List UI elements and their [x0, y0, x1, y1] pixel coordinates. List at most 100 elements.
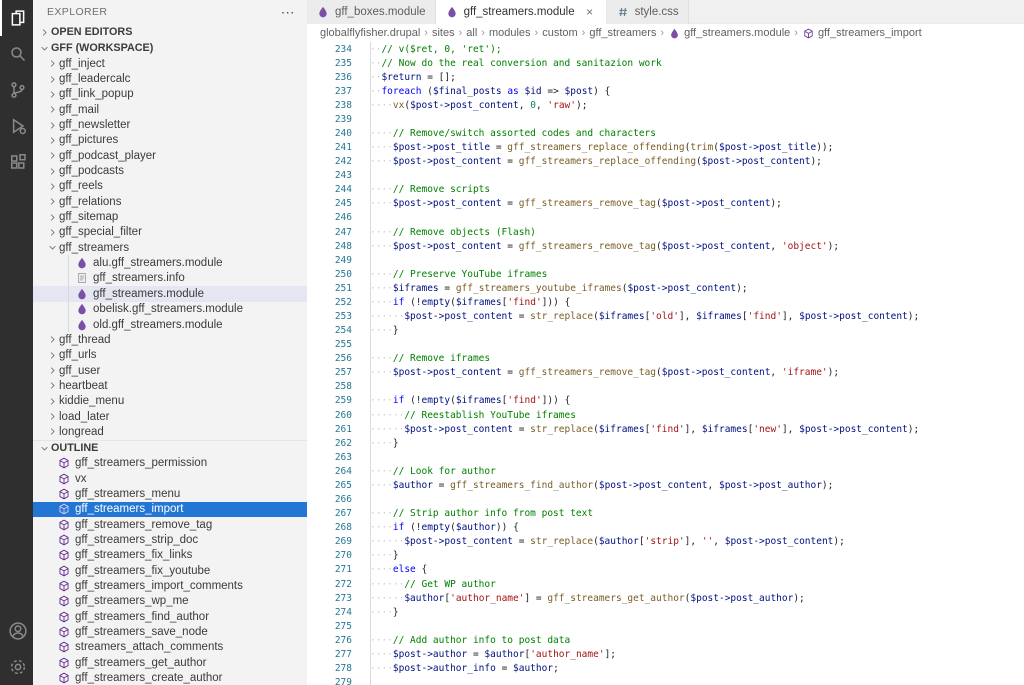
code-line-249[interactable]: 249	[307, 253, 1024, 267]
code-line-253[interactable]: 253······$post->post_content = str_repla…	[307, 309, 1024, 323]
tree-folder-gff_podcast_player[interactable]: gff_podcast_player	[33, 148, 307, 163]
tree-file-obelisk.gff_streamers.module[interactable]: obelisk.gff_streamers.module	[33, 302, 307, 317]
code-line-260[interactable]: 260······// Reestablish YouTube iframes	[307, 408, 1024, 422]
code-line-235[interactable]: 235··// Now do the real conversion and s…	[307, 56, 1024, 70]
code-line-278[interactable]: 278····$post->author_info = $author;	[307, 661, 1024, 675]
activity-settings-button[interactable]	[0, 649, 33, 685]
tree-folder-longread[interactable]: longread	[33, 424, 307, 439]
tree-folder-gff_relations[interactable]: gff_relations	[33, 194, 307, 209]
code-line-275[interactable]: 275	[307, 619, 1024, 633]
tree-file-old.gff_streamers.module[interactable]: old.gff_streamers.module	[33, 317, 307, 332]
tab-style.css[interactable]: style.css	[607, 0, 689, 24]
close-icon[interactable]: ×	[583, 5, 597, 19]
code-line-240[interactable]: 240····// Remove/switch assorted codes a…	[307, 126, 1024, 140]
activity-account-button[interactable]	[0, 613, 33, 649]
tree-folder-gff_urls[interactable]: gff_urls	[33, 348, 307, 363]
code-line-242[interactable]: 242····$post->post_content = gff_streame…	[307, 155, 1024, 169]
tree-folder-gff_user[interactable]: gff_user	[33, 363, 307, 378]
code-line-234[interactable]: 234··// v($ret, 0, 'ret');	[307, 42, 1024, 56]
tree-folder-gff_podcasts[interactable]: gff_podcasts	[33, 163, 307, 178]
breadcrumb-item-all[interactable]: all	[466, 27, 477, 39]
code-line-256[interactable]: 256····// Remove iframes	[307, 352, 1024, 366]
code-line-239[interactable]: 239	[307, 112, 1024, 126]
tree-file-alu.gff_streamers.module[interactable]: alu.gff_streamers.module	[33, 255, 307, 270]
activity-extensions-button[interactable]	[0, 144, 33, 180]
outline-item-gff_streamers_wp_me[interactable]: gff_streamers_wp_me	[33, 594, 307, 609]
code-line-251[interactable]: 251····$iframes = gff_streamers_youtube_…	[307, 281, 1024, 295]
outline-item-gff_streamers_permission[interactable]: gff_streamers_permission	[33, 456, 307, 471]
code-line-236[interactable]: 236··$return = [];	[307, 70, 1024, 84]
outline-item-gff_streamers_remove_tag[interactable]: gff_streamers_remove_tag	[33, 517, 307, 532]
code-line-269[interactable]: 269······$post->post_content = str_repla…	[307, 535, 1024, 549]
outline-item-gff_streamers_fix_youtube[interactable]: gff_streamers_fix_youtube	[33, 563, 307, 578]
outline-item-streamers_attach_comments[interactable]: streamers_attach_comments	[33, 640, 307, 655]
code-line-247[interactable]: 247····// Remove objects (Flash)	[307, 225, 1024, 239]
code-line-248[interactable]: 248····$post->post_content = gff_streame…	[307, 239, 1024, 253]
breadcrumb-item-sites[interactable]: sites	[432, 27, 455, 39]
tree-folder-gff_pictures[interactable]: gff_pictures	[33, 133, 307, 148]
more-actions-icon[interactable]: ⋯	[281, 7, 295, 17]
tab-gff_boxes.module[interactable]: gff_boxes.module	[307, 0, 436, 24]
tree-folder-gff_newsletter[interactable]: gff_newsletter	[33, 117, 307, 132]
code-line-276[interactable]: 276····// Add author info to post data	[307, 633, 1024, 647]
tree-folder-gff_inject[interactable]: gff_inject	[33, 56, 307, 71]
section-open-editors[interactable]: OPEN EDITORS	[33, 24, 307, 40]
code-line-273[interactable]: 273······$author['author_name'] = gff_st…	[307, 591, 1024, 605]
outline-item-vx[interactable]: vx	[33, 471, 307, 486]
code-line-259[interactable]: 259····if (!empty($iframes['find'])) {	[307, 394, 1024, 408]
section-workspace[interactable]: GFF (WORKSPACE)	[33, 40, 307, 56]
breadcrumb-item-modules[interactable]: modules	[489, 27, 531, 39]
tree-folder-gff_sitemap[interactable]: gff_sitemap	[33, 209, 307, 224]
code-line-258[interactable]: 258	[307, 380, 1024, 394]
code-line-270[interactable]: 270····}	[307, 549, 1024, 563]
tree-file-gff_streamers.info[interactable]: gff_streamers.info	[33, 271, 307, 286]
code-line-274[interactable]: 274····}	[307, 605, 1024, 619]
tree-folder-heartbeat[interactable]: heartbeat	[33, 378, 307, 393]
code-line-261[interactable]: 261······$post->post_content = str_repla…	[307, 422, 1024, 436]
section-outline[interactable]: OUTLINE	[33, 440, 307, 456]
code-line-243[interactable]: 243	[307, 169, 1024, 183]
code-line-244[interactable]: 244····// Remove scripts	[307, 183, 1024, 197]
outline-item-gff_streamers_fix_links[interactable]: gff_streamers_fix_links	[33, 548, 307, 563]
outline-item-gff_streamers_strip_doc[interactable]: gff_streamers_strip_doc	[33, 532, 307, 547]
tab-gff_streamers.module[interactable]: gff_streamers.module×	[436, 0, 607, 24]
breadcrumb-item-custom[interactable]: custom	[542, 27, 577, 39]
breadcrumb-item-gff_streamers.module[interactable]: gff_streamers.module	[668, 27, 790, 40]
activity-search-button[interactable]	[0, 36, 33, 72]
tree-folder-gff_thread[interactable]: gff_thread	[33, 332, 307, 347]
tree-folder-gff_mail[interactable]: gff_mail	[33, 102, 307, 117]
code-line-267[interactable]: 267····// Strip author info from post te…	[307, 507, 1024, 521]
activity-explorer-button[interactable]	[0, 0, 33, 36]
code-line-241[interactable]: 241····$post->post_title = gff_streamers…	[307, 141, 1024, 155]
outline-item-gff_streamers_find_author[interactable]: gff_streamers_find_author	[33, 609, 307, 624]
outline-item-gff_streamers_import[interactable]: gff_streamers_import	[33, 502, 307, 517]
code-line-250[interactable]: 250····// Preserve YouTube iframes	[307, 267, 1024, 281]
code-line-279[interactable]: 279	[307, 676, 1024, 685]
tree-folder-kiddie_menu[interactable]: kiddie_menu	[33, 394, 307, 409]
tree-folder-gff_streamers[interactable]: gff_streamers	[33, 240, 307, 255]
code-line-277[interactable]: 277····$post->author = $author['author_n…	[307, 647, 1024, 661]
breadcrumb-item-gff_streamers[interactable]: gff_streamers	[589, 27, 656, 39]
code-line-272[interactable]: 272······// Get WP author	[307, 577, 1024, 591]
activity-source-control-button[interactable]	[0, 72, 33, 108]
code-line-263[interactable]: 263	[307, 450, 1024, 464]
code-line-271[interactable]: 271····else {	[307, 563, 1024, 577]
code-line-268[interactable]: 268····if (!empty($author)) {	[307, 521, 1024, 535]
code-line-266[interactable]: 266	[307, 493, 1024, 507]
tree-folder-gff_special_filter[interactable]: gff_special_filter	[33, 225, 307, 240]
code-line-246[interactable]: 246	[307, 211, 1024, 225]
tree-folder-gff_leadercalc[interactable]: gff_leadercalc	[33, 71, 307, 86]
code-line-262[interactable]: 262····}	[307, 436, 1024, 450]
breadcrumb-item-gff_streamers_import[interactable]: gff_streamers_import	[802, 27, 922, 40]
code-line-257[interactable]: 257····$post->post_content = gff_streame…	[307, 366, 1024, 380]
outline-item-gff_streamers_import_comments[interactable]: gff_streamers_import_comments	[33, 578, 307, 593]
tree-folder-gff_reels[interactable]: gff_reels	[33, 179, 307, 194]
code-line-237[interactable]: 237··foreach ($final_posts as $id => $po…	[307, 84, 1024, 98]
activity-run-debug-button[interactable]	[0, 108, 33, 144]
tree-folder-load_later[interactable]: load_later	[33, 409, 307, 424]
tree-folder-gff_link_popup[interactable]: gff_link_popup	[33, 87, 307, 102]
outline-item-gff_streamers_get_author[interactable]: gff_streamers_get_author	[33, 655, 307, 670]
code-line-265[interactable]: 265····$author = gff_streamers_find_auth…	[307, 478, 1024, 492]
code-editor[interactable]: 234··// v($ret, 0, 'ret');235··// Now do…	[307, 42, 1024, 685]
code-line-252[interactable]: 252····if (!empty($iframes['find'])) {	[307, 295, 1024, 309]
